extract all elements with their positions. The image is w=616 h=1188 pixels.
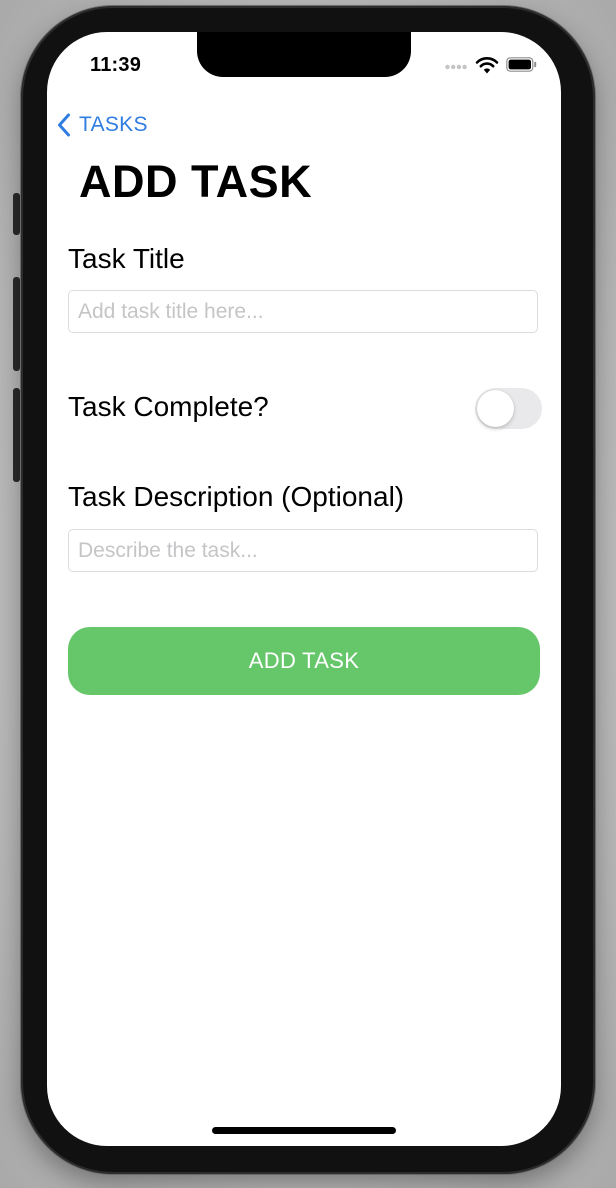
toggle-knob [477, 390, 514, 427]
task-title-input[interactable] [68, 290, 538, 333]
volume-up-button [13, 277, 20, 371]
battery-icon [506, 57, 537, 72]
status-icons [445, 56, 537, 76]
status-time: 11:39 [90, 54, 142, 76]
task-complete-label: Task Complete? [68, 391, 269, 422]
back-button-label: TASKS [79, 113, 148, 136]
task-description-label: Task Description (Optional) [68, 481, 405, 512]
notch [197, 32, 411, 77]
phone-frame: 11:39 TASKS ADD TASK Task Title Add task… [21, 6, 595, 1174]
home-indicator[interactable] [212, 1127, 396, 1134]
mute-switch [13, 193, 20, 235]
cellular-signal-icon [445, 64, 467, 70]
task-description-input[interactable] [68, 529, 538, 572]
task-title-label: Task Title [68, 243, 185, 274]
back-button[interactable]: TASKS [57, 110, 148, 140]
page-title: ADD TASK [79, 156, 313, 207]
chevron-left-icon [58, 113, 70, 137]
task-complete-toggle[interactable] [475, 388, 542, 429]
add-task-button[interactable]: ADD TASK [68, 627, 540, 695]
phone-screen: 11:39 TASKS ADD TASK Task Title Add task… [47, 32, 561, 1146]
volume-down-button [13, 388, 20, 482]
wifi-icon [475, 57, 499, 74]
